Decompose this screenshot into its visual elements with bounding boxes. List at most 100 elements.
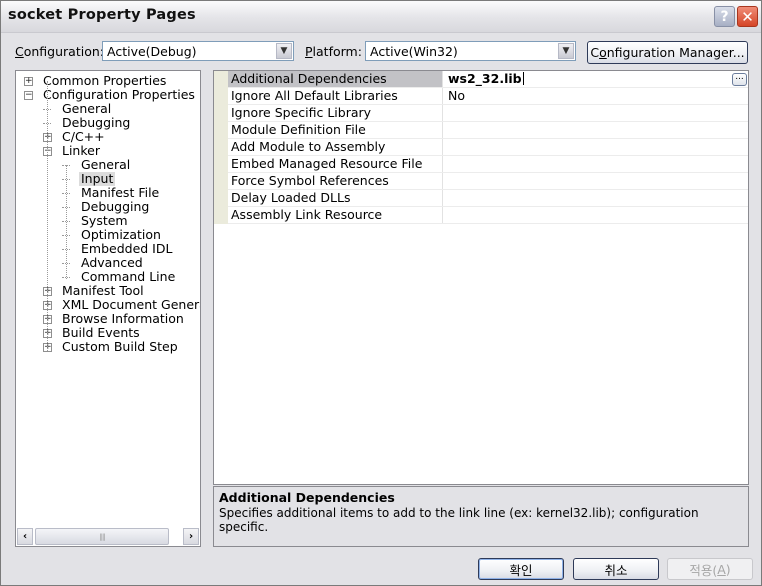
tree-item[interactable]: System <box>16 214 200 228</box>
help-icon: ? <box>720 8 729 25</box>
property-row[interactable]: Add Module to Assembly <box>228 139 748 156</box>
tree-item-label: Browse Information <box>62 311 184 326</box>
tree-item[interactable]: Command Line <box>16 270 200 284</box>
tree-item-label: Debugging <box>62 115 131 130</box>
tree-item-label: Custom Build Step <box>62 339 178 354</box>
tree-item[interactable]: + C/C++ <box>16 130 200 144</box>
tree-item-label: Optimization <box>81 227 161 242</box>
tree-item-label: XML Document Generator <box>62 297 200 312</box>
property-value[interactable]: No <box>444 88 465 104</box>
configuration-dropdown[interactable]: Active(Debug) ▼ <box>102 41 294 61</box>
chevron-left-icon: ‹ <box>22 531 28 542</box>
property-grid: Additional Dependencies ws2_32.lib... Igno… <box>213 70 749 485</box>
tree-item[interactable]: Debugging <box>16 116 200 130</box>
scroll-thumb[interactable]: |||| <box>35 528 169 545</box>
property-row[interactable]: Module Definition File <box>228 122 748 139</box>
property-value[interactable] <box>444 190 448 206</box>
property-name: Additional Dependencies <box>228 71 443 87</box>
tree-item-label: Configuration Properties <box>43 87 195 102</box>
title-bar: socket Property Pages ? ✕ <box>1 1 761 33</box>
ok-button[interactable]: 확인 <box>478 558 564 580</box>
tree-item-label: Command Line <box>81 269 176 284</box>
expand-icon[interactable]: + <box>24 77 33 86</box>
chevron-down-icon[interactable]: ▼ <box>276 43 292 59</box>
cancel-button[interactable]: 취소 <box>573 558 659 580</box>
tree-item[interactable]: Input <box>16 172 200 186</box>
property-row[interactable]: Delay Loaded DLLs <box>228 190 748 207</box>
chevron-down-icon[interactable]: ▼ <box>558 43 574 59</box>
tree-item-label: Input <box>79 171 116 186</box>
property-row[interactable]: Additional Dependencies ws2_32.lib... <box>228 71 748 88</box>
property-tree[interactable]: ‹ |||| › + Common Properties − Configuratio… <box>15 70 201 547</box>
tree-item-label: Debugging <box>81 199 150 214</box>
tree-item-label: Common Properties <box>43 73 167 88</box>
tree-item[interactable]: − Configuration Properties <box>16 88 200 102</box>
tree-connector <box>66 165 67 279</box>
property-value[interactable] <box>444 122 448 138</box>
configuration-manager-button[interactable]: Co nfiguration Manager... <box>587 41 748 64</box>
platform-label: Platform: <box>305 44 362 59</box>
tree-item-label: C/C++ <box>62 129 105 144</box>
tree-item[interactable]: Manifest File <box>16 186 200 200</box>
tree-item[interactable]: + Browse Information <box>16 312 200 326</box>
help-button[interactable]: ? <box>714 6 735 27</box>
grid-gutter <box>214 71 228 224</box>
tree-item-label: Advanced <box>81 255 143 270</box>
tree-item[interactable]: General <box>16 158 200 172</box>
tree-item[interactable]: Optimization <box>16 228 200 242</box>
property-value[interactable] <box>444 105 448 121</box>
grip-icon: |||| <box>99 532 106 541</box>
scroll-left-button[interactable]: ‹ <box>17 528 33 545</box>
ellipsis-button[interactable]: ... <box>732 73 747 86</box>
description-text: Specifies additional items to add to the… <box>219 506 699 534</box>
tree-item[interactable]: − Linker <box>16 144 200 158</box>
property-name: Assembly Link Resource <box>228 207 443 223</box>
platform-value: Active(Win32) <box>370 44 458 59</box>
tree-item[interactable]: + Build Events <box>16 326 200 340</box>
tree-item-label: System <box>81 213 128 228</box>
window-title: socket Property Pages <box>8 7 196 23</box>
property-name: Add Module to Assembly <box>228 139 443 155</box>
tree-item[interactable]: +XML Document Generator <box>16 298 200 312</box>
property-pages-dialog: socket Property Pages ? ✕ Configuration:… <box>0 0 762 586</box>
property-value[interactable] <box>444 207 448 223</box>
property-value[interactable] <box>444 173 448 189</box>
property-name: Ignore All Default Libraries <box>228 88 443 104</box>
platform-dropdown[interactable]: Active(Win32) ▼ <box>365 41 576 61</box>
tree-item-label: General <box>62 101 112 116</box>
property-row[interactable]: Assembly Link Resource <box>228 207 748 224</box>
property-value[interactable] <box>444 156 448 172</box>
tree-item[interactable]: Embedded IDL <box>16 242 200 256</box>
tree-item[interactable]: + Manifest Tool <box>16 284 200 298</box>
property-value-input[interactable]: ws2_32.lib <box>444 72 524 86</box>
property-row[interactable]: Ignore All Default Libraries No <box>228 88 748 105</box>
property-row[interactable]: Embed Managed Resource File <box>228 156 748 173</box>
tree-item[interactable]: Advanced <box>16 256 200 270</box>
configuration-value: Active(Debug) <box>107 44 197 59</box>
tree-item-label: Embedded IDL <box>81 241 173 256</box>
property-name: Embed Managed Resource File <box>228 156 443 172</box>
tree-item-label: Manifest File <box>81 185 160 200</box>
property-row[interactable]: Force Symbol References <box>228 173 748 190</box>
property-name: Ignore Specific Library <box>228 105 443 121</box>
property-name: Force Symbol References <box>228 173 443 189</box>
tree-item[interactable]: Debugging <box>16 200 200 214</box>
property-value[interactable] <box>444 139 448 155</box>
configuration-label: Configuration: <box>15 44 104 59</box>
tree-item[interactable]: + Common Properties <box>16 74 200 88</box>
property-name: Module Definition File <box>228 122 443 138</box>
property-row[interactable]: Ignore Specific Library <box>228 105 748 122</box>
close-button[interactable]: ✕ <box>737 6 758 27</box>
tree-item-label: Build Events <box>62 325 140 340</box>
tree-horizontal-scrollbar[interactable]: ‹ |||| › <box>17 528 199 545</box>
collapse-icon[interactable]: − <box>24 91 33 100</box>
chevron-right-icon: › <box>188 531 194 542</box>
tree-item[interactable]: + Custom Build Step <box>16 340 200 354</box>
tree-item-label: Manifest Tool <box>62 283 144 298</box>
description-heading: Additional Dependencies <box>219 490 395 505</box>
tree-connector <box>47 81 48 351</box>
apply-button[interactable]: 적용(A) <box>667 558 753 580</box>
tree-item-label: Linker <box>62 143 100 158</box>
scroll-right-button[interactable]: › <box>183 528 199 545</box>
tree-item[interactable]: General <box>16 102 200 116</box>
